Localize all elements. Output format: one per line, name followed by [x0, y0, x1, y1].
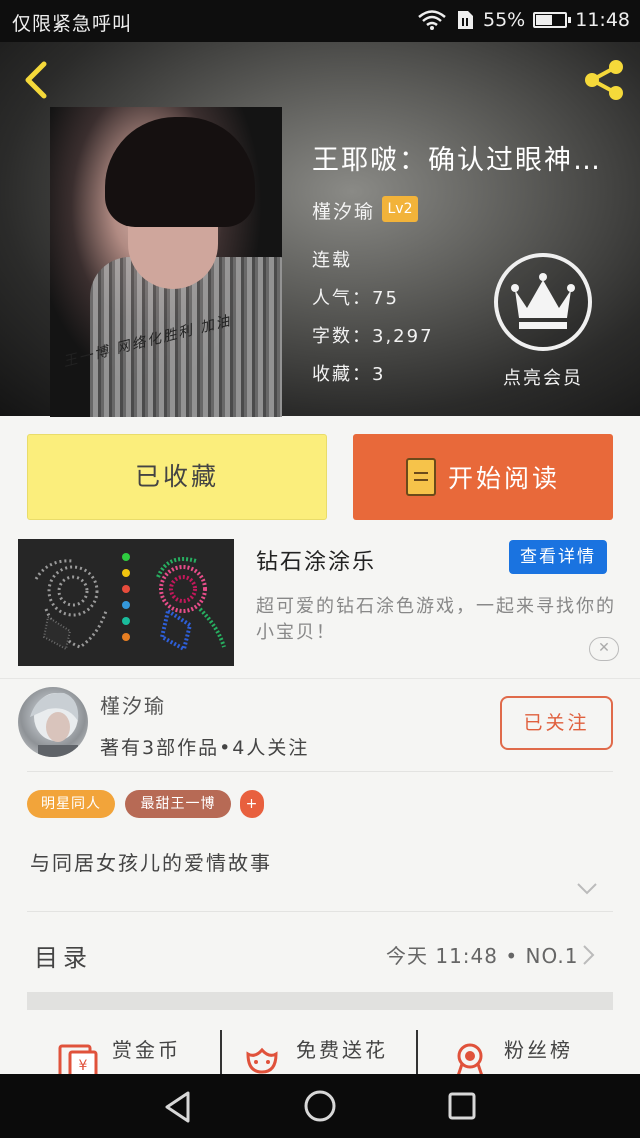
chevron-down-icon[interactable] — [576, 882, 598, 896]
add-tag-button[interactable]: + — [240, 790, 264, 818]
word-count: 字数：3,297 — [312, 326, 434, 347]
svg-text:¥: ¥ — [79, 1058, 88, 1074]
book-title: 王耶啵：确认过眼神… — [312, 145, 602, 176]
divider — [220, 1030, 222, 1074]
sim-icon — [458, 11, 473, 29]
view-details-button[interactable]: 查看详情 — [509, 540, 607, 574]
book-header: 王一博 网络化胜利 加油 王耶啵：确认过眼神… 槿汐瑜 Lv2 连载 人气：75… — [0, 42, 640, 417]
status-icons: 55% 11:48 — [417, 9, 630, 31]
book-author: 槿汐瑜 — [312, 201, 376, 223]
share-icon[interactable] — [580, 56, 628, 104]
clock: 11:48 — [575, 9, 630, 31]
close-ad-icon[interactable]: ✕ — [589, 637, 619, 661]
tag-chip[interactable]: 明星同人 — [27, 790, 115, 818]
book-icon — [405, 458, 436, 496]
section-separator — [27, 992, 613, 1010]
book-summary: 与同居女孩儿的爱情故事 — [30, 851, 272, 875]
vip-label[interactable]: 点亮会员 — [488, 364, 598, 390]
send-flowers-button[interactable]: 免费送花 — [296, 1034, 388, 1063]
coin-envelope-icon: ¥ — [58, 1044, 98, 1076]
battery-icon — [533, 12, 572, 28]
start-reading-label: 开始阅读 — [447, 464, 560, 493]
serial-status: 连载 — [312, 250, 352, 271]
book-cover-image: 王一博 网络化胜利 加油 — [50, 107, 282, 417]
start-reading-button[interactable]: 开始阅读 — [353, 434, 613, 520]
nav-recents-icon[interactable] — [447, 1090, 477, 1122]
medal-icon — [456, 1043, 484, 1076]
ad-description: 超可爱的钻石涂色游戏，一起来寻找你的小宝贝！ — [256, 596, 616, 643]
reward-coins-button[interactable]: 赏金币 — [112, 1034, 181, 1063]
crown-icon[interactable] — [493, 252, 593, 352]
author-stats: 著有3部作品•4人关注 — [100, 737, 310, 759]
back-arrow-icon[interactable] — [18, 60, 54, 100]
wifi-icon — [418, 10, 446, 30]
battery-percent: 55% — [483, 9, 526, 31]
battery-fill — [536, 15, 552, 25]
divider — [416, 1030, 418, 1074]
collected-button[interactable]: 已收藏 — [27, 434, 327, 520]
divider — [27, 771, 613, 772]
divider — [0, 678, 640, 679]
status-bar: 仅限紧急呼叫 55% 11:48 — [0, 0, 640, 42]
nav-back-icon[interactable] — [162, 1090, 194, 1124]
bottom-action-bar: ¥ 赏金币 免费送花 粉丝榜 — [0, 1026, 640, 1076]
fan-ranking-button[interactable]: 粉丝榜 — [504, 1034, 573, 1063]
latest-update-info[interactable]: 今天 11:48 • NO.1 — [386, 940, 578, 969]
following-button[interactable]: 已关注 — [500, 696, 613, 750]
favorite-count: 收藏：3 — [312, 364, 386, 385]
author-name[interactable]: 槿汐瑜 — [100, 690, 166, 719]
ad-title[interactable]: 钻石涂涂乐 — [256, 544, 376, 576]
chevron-right-icon[interactable] — [582, 944, 596, 966]
tag-chip[interactable]: 最甜王一博 — [125, 790, 231, 818]
table-of-contents-label[interactable]: 目录 — [34, 938, 92, 973]
flower-icon — [246, 1047, 278, 1074]
diamond-art-image — [18, 539, 234, 666]
ad-image[interactable] — [18, 539, 234, 666]
divider — [27, 911, 613, 912]
author-avatar[interactable] — [18, 687, 88, 757]
carrier-text: 仅限紧急呼叫 — [12, 13, 133, 35]
level-badge: Lv2 — [382, 196, 418, 222]
nav-home-icon[interactable] — [303, 1089, 337, 1123]
popularity: 人气：75 — [312, 288, 399, 309]
system-nav-bar — [0, 1074, 640, 1138]
